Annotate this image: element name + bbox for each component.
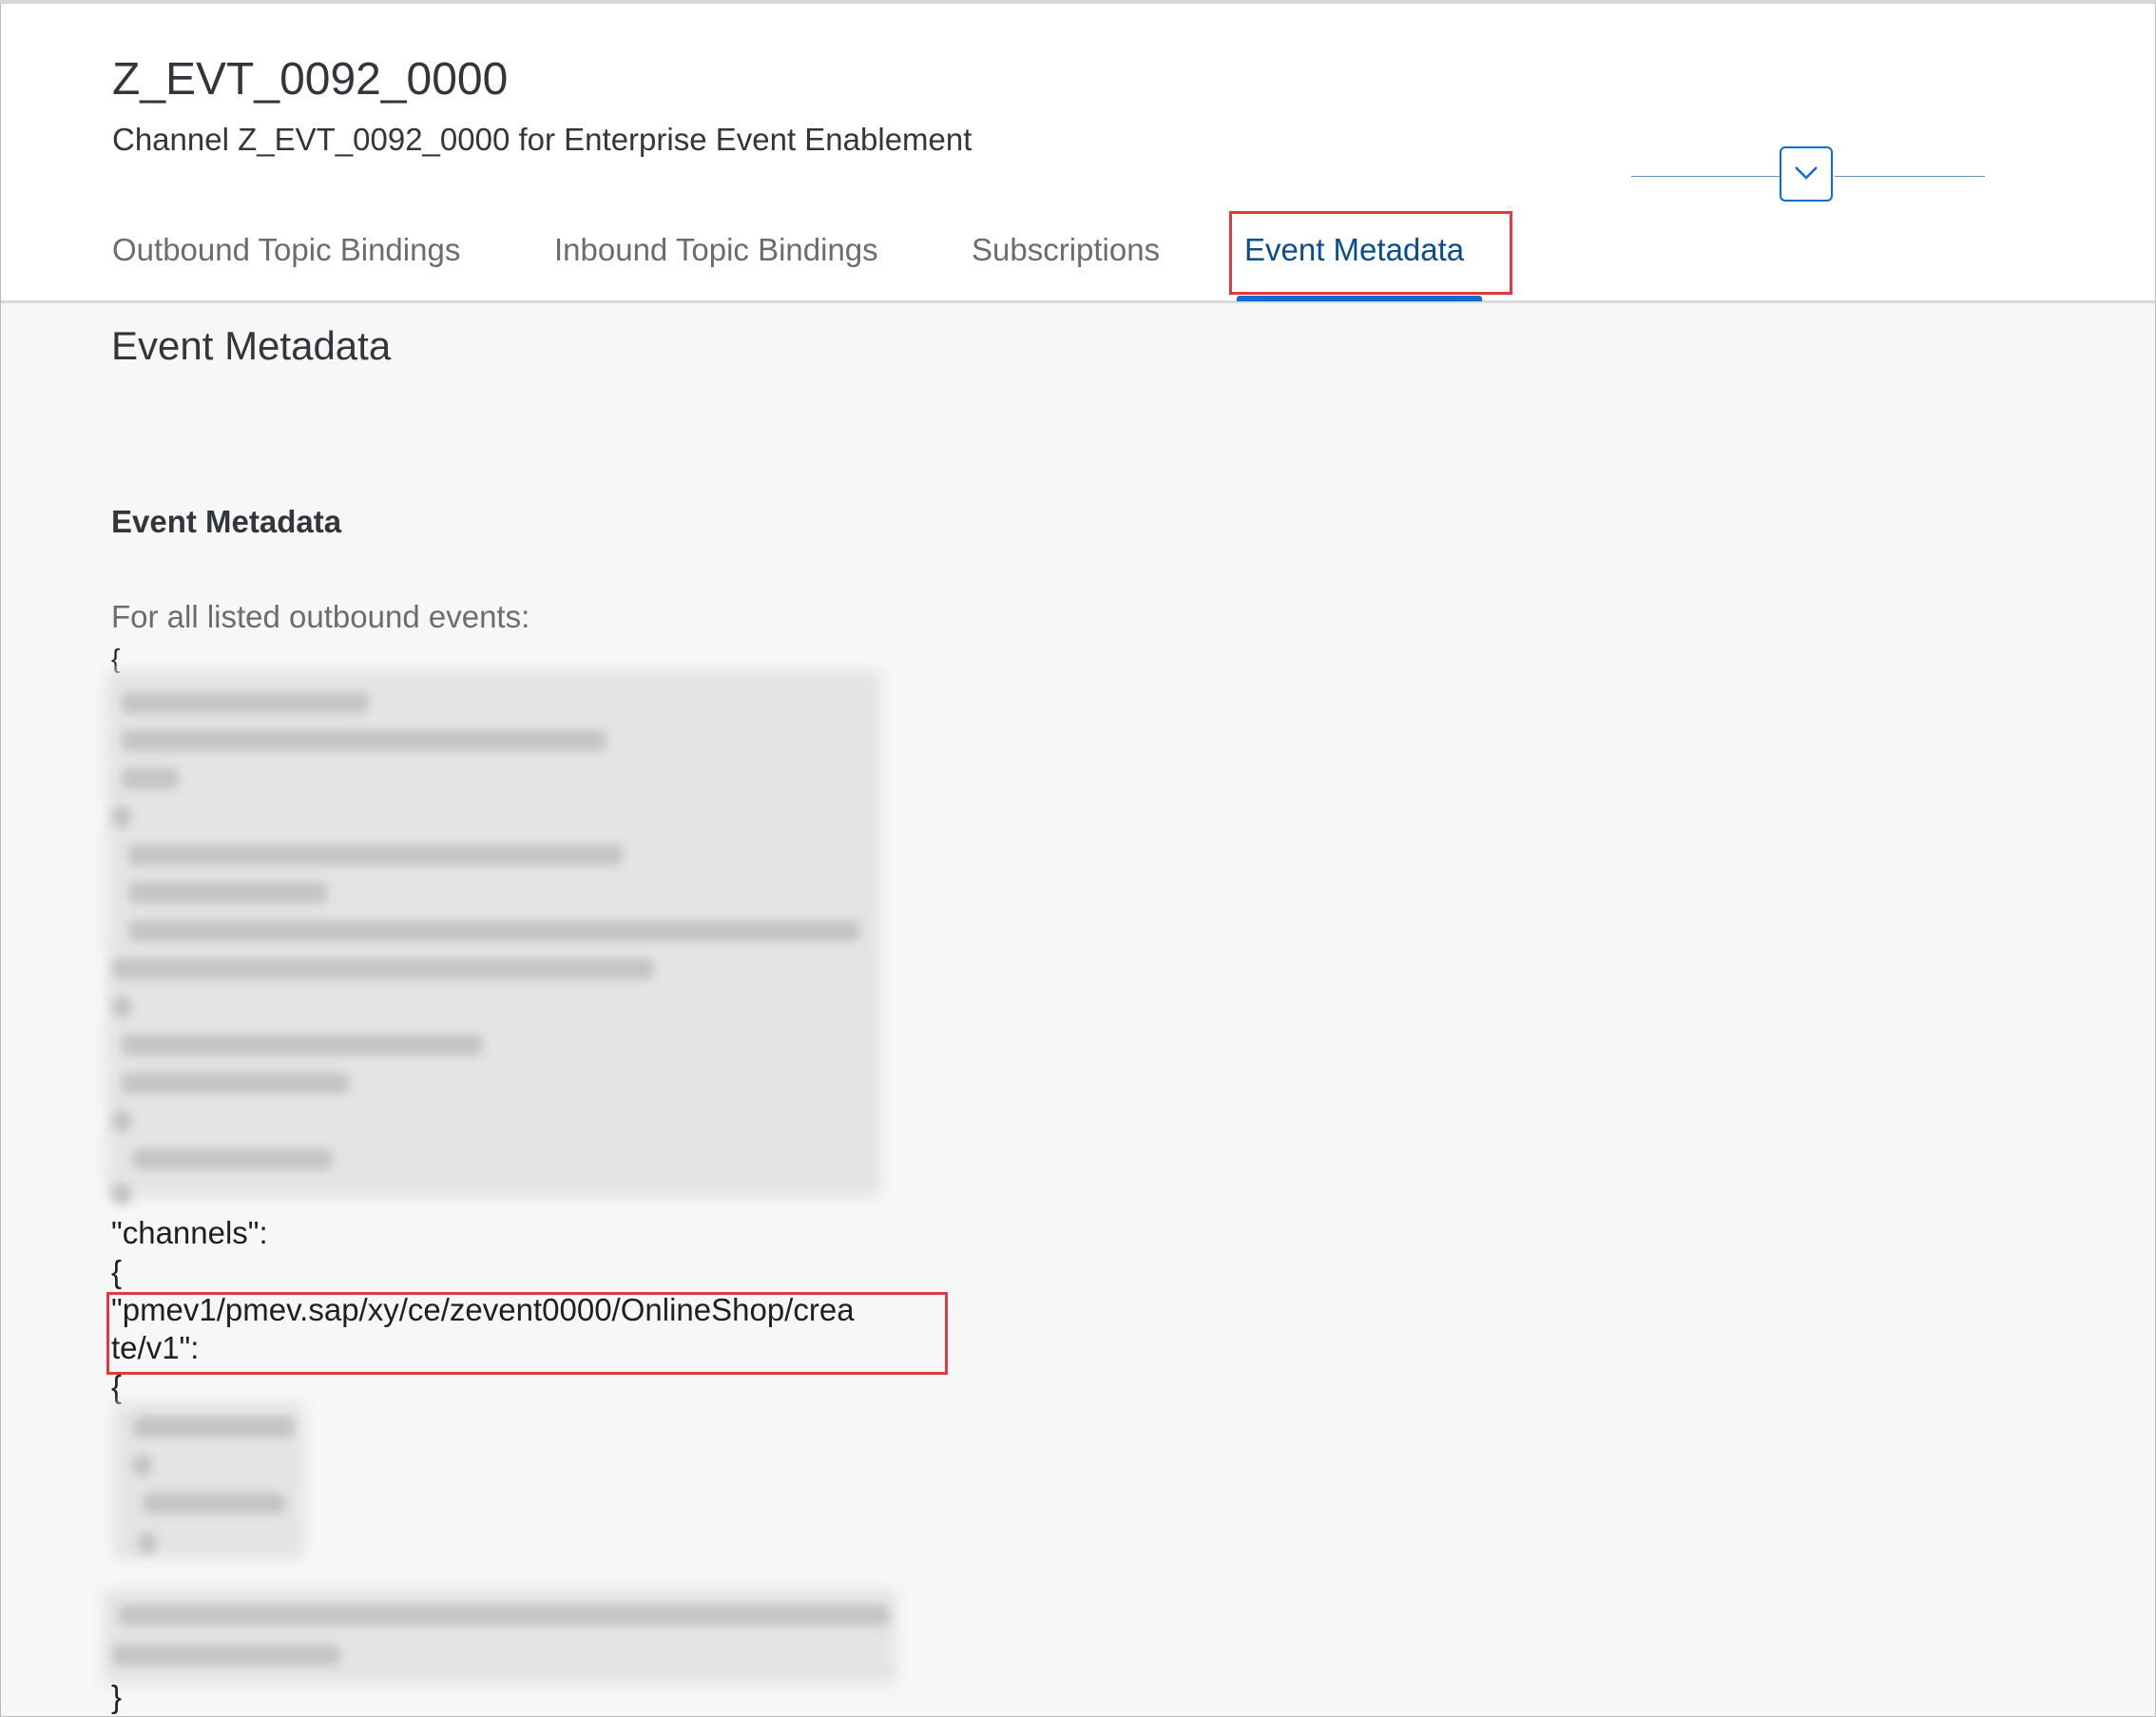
group-title: Event Metadata bbox=[111, 504, 342, 539]
code-channels-open-brace: { bbox=[111, 1254, 123, 1289]
code-topic-open-brace: { bbox=[111, 1369, 123, 1404]
active-tab-indicator bbox=[1237, 296, 1482, 301]
page-subtitle: Channel Z_EVT_0092_0000 for Enterprise E… bbox=[112, 122, 972, 157]
code-topic-line1: "pmev1/pmev.sap/xy/ce/zevent0000/OnlineS… bbox=[111, 1292, 855, 1327]
code-channels-key: "channels": bbox=[111, 1215, 268, 1250]
collapse-divider-left bbox=[1631, 176, 1781, 177]
object-header: Z_EVT_0092_0000 Channel Z_EVT_0092_0000 … bbox=[1, 4, 2155, 303]
section-title: Event Metadata bbox=[111, 323, 392, 368]
page-title: Z_EVT_0092_0000 bbox=[112, 54, 509, 105]
collapse-divider-right bbox=[1835, 176, 1985, 177]
tab-subscriptions[interactable]: Subscriptions bbox=[972, 232, 1160, 268]
chevron-down-icon bbox=[1795, 166, 1818, 180]
tab-event-metadata[interactable]: Event Metadata bbox=[1244, 232, 1464, 268]
collapse-header-button[interactable] bbox=[1780, 146, 1833, 202]
tab-outbound-topic-bindings[interactable]: Outbound Topic Bindings bbox=[112, 232, 460, 268]
intro-text: For all listed outbound events: bbox=[111, 599, 530, 634]
code-close-brace: } bbox=[111, 1679, 123, 1714]
code-topic-line2: te/v1": bbox=[111, 1330, 200, 1365]
tab-inbound-topic-bindings[interactable]: Inbound Topic Bindings bbox=[554, 232, 878, 268]
